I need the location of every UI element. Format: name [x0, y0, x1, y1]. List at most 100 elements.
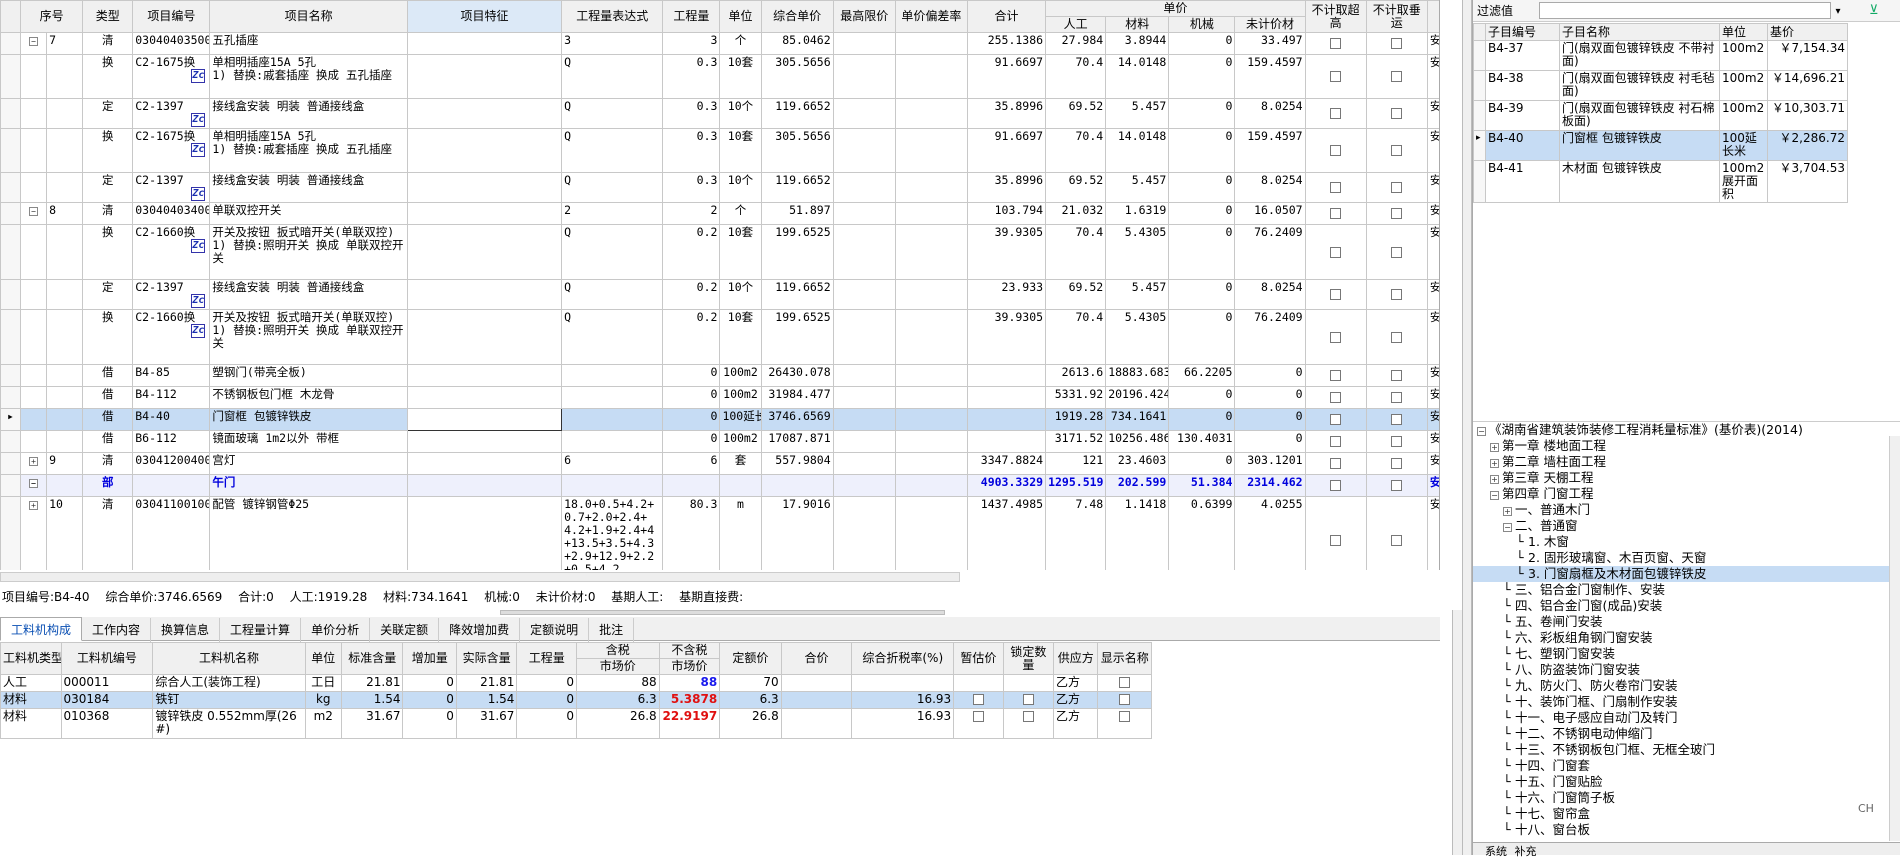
expand-icon[interactable]: +	[29, 457, 39, 466]
row-indicator[interactable]	[0, 309, 22, 365]
tree-node[interactable]: + 第一章 楼地面工程	[1473, 438, 1900, 454]
res-sum[interactable]	[780, 691, 853, 709]
cell-machine[interactable]: 0	[1168, 172, 1236, 203]
expand-icon[interactable]: +	[1490, 443, 1499, 452]
grid-row[interactable]: 定 C2-1397 Zc 接线盒安装 明装 普通接线盒 Q 0.2 10个 119.6652 2…	[0, 279, 1439, 310]
cell-machine[interactable]: 0	[1168, 408, 1236, 431]
cell-seq[interactable]	[46, 474, 84, 497]
no-high-checkbox[interactable]	[1330, 38, 1342, 49]
row-toggle[interactable]	[20, 309, 48, 365]
cell-labor[interactable]: 70.4	[1045, 224, 1107, 280]
cell-total[interactable]: 1437.4985	[966, 496, 1047, 570]
res-rate[interactable]	[851, 674, 955, 692]
grid-row[interactable]: 借 B4-112 不锈钢板包门框 木龙骨 0 100m2 31984.477 5331.92…	[0, 386, 1439, 409]
row-toggle[interactable]	[20, 364, 48, 387]
cell-limit[interactable]	[832, 496, 896, 570]
cell-uncounted[interactable]: 8.0254	[1234, 279, 1306, 310]
cell-total[interactable]	[966, 386, 1047, 409]
cell-unit[interactable]: 10套	[719, 224, 762, 280]
col-header-qty[interactable]: 工程量	[662, 0, 721, 33]
cell-limit[interactable]	[832, 474, 896, 497]
rt-price[interactable]: ￥7,154.34	[1767, 40, 1848, 71]
cell-deviation[interactable]	[894, 32, 968, 55]
rt-col-unit[interactable]: 单位	[1719, 23, 1768, 41]
cell-material[interactable]: 20196.424	[1105, 386, 1170, 409]
tree-node[interactable]: └ 四、铝合金门窗(成品)安装	[1473, 598, 1900, 614]
cell-qty[interactable]: 0	[662, 386, 721, 409]
res-rate[interactable]: 16.93	[851, 691, 955, 709]
res-est[interactable]	[953, 674, 1004, 692]
cell-code[interactable]	[132, 474, 211, 497]
tab-efficiency-fee[interactable]: 降效增加费	[439, 618, 521, 642]
rt-indicator[interactable]	[1473, 40, 1486, 71]
cell-limit[interactable]	[832, 309, 896, 365]
cell-labor[interactable]: 2613.6	[1045, 364, 1107, 387]
row-indicator[interactable]	[0, 452, 22, 475]
cell-expr[interactable]: Q	[561, 309, 664, 365]
res-est[interactable]	[953, 691, 1004, 709]
row-indicator[interactable]	[0, 98, 22, 129]
res-actual[interactable]: 21.81	[455, 674, 518, 692]
sub-col-nontax[interactable]: 不含税	[658, 642, 721, 659]
no-high-checkbox[interactable]	[1330, 145, 1342, 156]
cell-seq[interactable]	[46, 408, 84, 431]
cell-no-high[interactable]	[1304, 364, 1367, 387]
cell-uncounted[interactable]: 0	[1234, 408, 1306, 431]
rt-indicator[interactable]	[1473, 160, 1486, 203]
rt-col-code[interactable]: 子目编号	[1485, 23, 1560, 41]
cell-deviation[interactable]	[894, 224, 968, 280]
cell-expr[interactable]: Q	[561, 54, 664, 99]
cell-material[interactable]: 18883.683	[1105, 364, 1170, 387]
cell-name[interactable]: 接线盒安装 明装 普通接线盒	[209, 172, 408, 203]
tree-vertical-scrollbar[interactable]	[1889, 436, 1900, 841]
no-high-checkbox[interactable]	[1330, 480, 1342, 491]
cell-feature[interactable]	[406, 474, 563, 497]
cell-feature[interactable]	[406, 98, 563, 129]
row-toggle[interactable]	[20, 408, 48, 431]
cell-seq[interactable]	[46, 224, 84, 280]
cell-expr[interactable]: Q	[561, 128, 664, 173]
cell-machine[interactable]: 0	[1168, 224, 1236, 280]
cell-feature[interactable]	[406, 364, 563, 387]
cell-type[interactable]: 换	[82, 224, 134, 280]
cell-total[interactable]: 35.8996	[966, 98, 1047, 129]
cell-material[interactable]: 10256.486	[1105, 430, 1170, 453]
cell-name[interactable]: 接线盒安装 明装 普通接线盒	[209, 279, 408, 310]
cell-labor[interactable]: 1919.28	[1045, 408, 1107, 431]
col-header-price[interactable]: 综合单价	[760, 0, 834, 33]
res-add[interactable]: 0	[402, 708, 457, 739]
cell-material[interactable]: 23.4603	[1105, 452, 1170, 475]
rt-name[interactable]: 木材面 包镀锌铁皮	[1559, 160, 1720, 203]
res-add[interactable]: 0	[402, 691, 457, 709]
tree-node[interactable]: └ 八、防盗装饰门窗安装	[1473, 662, 1900, 678]
col-header-material[interactable]: 材料	[1105, 16, 1170, 33]
res-name[interactable]: 铁钉	[152, 691, 306, 709]
cell-feature[interactable]	[406, 54, 563, 99]
res-type[interactable]: 材料	[0, 691, 62, 709]
cell-qty[interactable]: 6	[662, 452, 721, 475]
cell-uncounted[interactable]: 159.4597	[1234, 54, 1306, 99]
rt-unit[interactable]: 100m2	[1719, 40, 1768, 71]
tree-node[interactable]: └ 十二、不锈钢电动伸缩门	[1473, 726, 1900, 742]
cell-total[interactable]: 4903.3329	[966, 474, 1047, 497]
cell-machine[interactable]: 66.2205	[1168, 364, 1236, 387]
cell-total[interactable]: 23.933	[966, 279, 1047, 310]
grid-row[interactable]: 换 C2-1675换 Zc 单相明插座15A 5孔 1) 替换:戚套插座 换成 五孔插…	[0, 128, 1439, 173]
res-std[interactable]: 1.54	[340, 691, 404, 709]
sub-col-add[interactable]: 增加量	[402, 642, 457, 675]
cell-qty[interactable]: 0.3	[662, 54, 721, 99]
no-high-checkbox[interactable]	[1330, 289, 1342, 300]
res-unit[interactable]: m2	[304, 708, 342, 739]
cell-price[interactable]: 31984.477	[760, 386, 834, 409]
res-quota-price[interactable]: 6.3	[719, 691, 782, 709]
no-transport-checkbox[interactable]	[1391, 108, 1403, 119]
cell-type[interactable]: 换	[82, 128, 134, 173]
cell-feature[interactable]	[406, 279, 563, 310]
cell-qty[interactable]: 0	[662, 364, 721, 387]
cell-material[interactable]: 5.4305	[1105, 309, 1170, 365]
cell-labor[interactable]: 27.984	[1045, 32, 1107, 55]
cell-unit[interactable]: 10个	[719, 98, 762, 129]
cell-no-transport[interactable]	[1365, 386, 1428, 409]
tab-work-content[interactable]: 工作内容	[82, 618, 152, 642]
cell-price[interactable]: 119.6652	[760, 172, 834, 203]
